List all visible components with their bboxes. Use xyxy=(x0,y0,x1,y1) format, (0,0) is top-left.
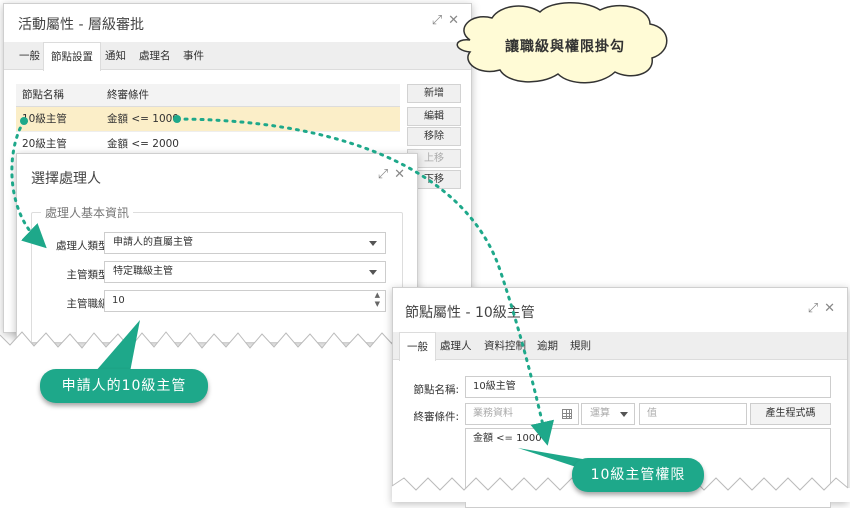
tab-handler[interactable]: 處理人 xyxy=(433,332,479,360)
handler-type-value: 申請人的直屬主管 xyxy=(113,237,193,248)
node-name-label: 節點名稱: xyxy=(413,384,459,396)
cell-node-name: 10級主管 xyxy=(16,106,101,132)
maximize-icon[interactable]: ⤢ xyxy=(808,301,818,316)
add-button[interactable]: 新增 xyxy=(407,84,461,103)
stepper-arrows-icon[interactable]: ▲ ▼ xyxy=(375,291,380,309)
business-data-placeholder: 業務資料 xyxy=(473,408,513,419)
callout-bubble-left: 申請人的10級主管 xyxy=(40,369,208,403)
chevron-down-icon xyxy=(369,241,377,246)
grid-icon[interactable] xyxy=(562,409,572,419)
manager-level-label: 主管職級: xyxy=(66,298,112,310)
manager-level-stepper[interactable]: 10 ▲ ▼ xyxy=(104,290,386,312)
condition-text: 金額 <= 1000 xyxy=(473,433,542,444)
node-table: 節點名稱 終審條件 10級主管 金額 <= 1000 20級主管 金額 <= 2… xyxy=(16,84,400,157)
fieldset-legend: 處理人基本資訊 xyxy=(41,204,134,221)
tab-notify[interactable]: 通知 xyxy=(98,42,133,70)
cloud-callout-text: 讓職級與權限掛勾 xyxy=(505,39,625,55)
window-controls: ⤢ ✕ xyxy=(426,13,459,28)
chevron-down-icon xyxy=(620,412,628,417)
tab-node-settings[interactable]: 節點設置 xyxy=(43,42,101,71)
remove-button[interactable]: 移除 xyxy=(407,127,461,146)
column-header-node-name[interactable]: 節點名稱 xyxy=(16,84,101,107)
window-controls: ⤢ ✕ xyxy=(802,301,835,316)
manager-type-value: 特定職級主管 xyxy=(113,266,173,277)
tab-events[interactable]: 事件 xyxy=(176,42,211,70)
close-icon[interactable]: ✕ xyxy=(394,167,405,182)
manager-type-select[interactable]: 特定職級主管 xyxy=(104,261,386,283)
value-placeholder: 值 xyxy=(647,408,657,419)
tab-bar: 一般 節點設置 通知 處理名 事件 xyxy=(4,42,471,71)
cell-condition: 金額 <= 1000 xyxy=(101,106,400,132)
tab-rules[interactable]: 規則 xyxy=(563,332,598,360)
tab-handler-name[interactable]: 處理名 xyxy=(132,42,178,70)
tab-bar: 一般 處理人 資料控制 逾期 規則 xyxy=(393,332,847,361)
handler-type-label: 處理人類型: xyxy=(55,240,112,252)
edit-button[interactable]: 編輯 xyxy=(407,107,461,126)
close-icon[interactable]: ✕ xyxy=(824,301,835,316)
value-field[interactable]: 值 xyxy=(639,403,747,425)
callout-bubble-right: 10級主管權限 xyxy=(572,458,704,492)
tab-overdue[interactable]: 逾期 xyxy=(530,332,565,360)
dialog-title: 選擇處理人 xyxy=(31,171,101,187)
node-name-field[interactable]: 10級主管 xyxy=(465,376,831,398)
condition-label: 終審條件: xyxy=(413,411,459,423)
maximize-icon[interactable]: ⤢ xyxy=(432,13,442,28)
operator-select[interactable]: 運算 xyxy=(581,403,635,425)
operator-placeholder: 運算 xyxy=(590,408,610,419)
manager-type-label: 主管類型: xyxy=(66,269,112,281)
handler-type-select[interactable]: 申請人的直屬主管 xyxy=(104,232,386,254)
table-row[interactable]: 10級主管 金額 <= 1000 xyxy=(16,106,400,132)
tab-general[interactable]: 一般 xyxy=(12,42,47,70)
window-controls: ⤢ ✕ xyxy=(372,167,405,182)
chevron-down-icon xyxy=(369,270,377,275)
business-data-field[interactable]: 業務資料 xyxy=(465,403,579,425)
maximize-icon[interactable]: ⤢ xyxy=(378,167,388,182)
manager-level-value: 10 xyxy=(112,295,125,306)
tab-general[interactable]: 一般 xyxy=(399,332,436,361)
select-handler-dialog: 選擇處理人 ⤢ ✕ 處理人基本資訊 處理人類型: 申請人的直屬主管 主管類型: 特… xyxy=(16,153,418,347)
dialog-title: 節點屬性 - 10級主管 xyxy=(405,305,535,321)
dialog-title: 活動屬性 - 層級審批 xyxy=(18,17,144,33)
generate-code-button[interactable]: 產生程式碼 xyxy=(750,403,831,425)
tab-data-control[interactable]: 資料控制 xyxy=(477,332,533,360)
close-icon[interactable]: ✕ xyxy=(448,13,459,28)
column-header-condition[interactable]: 終審條件 xyxy=(101,84,400,107)
